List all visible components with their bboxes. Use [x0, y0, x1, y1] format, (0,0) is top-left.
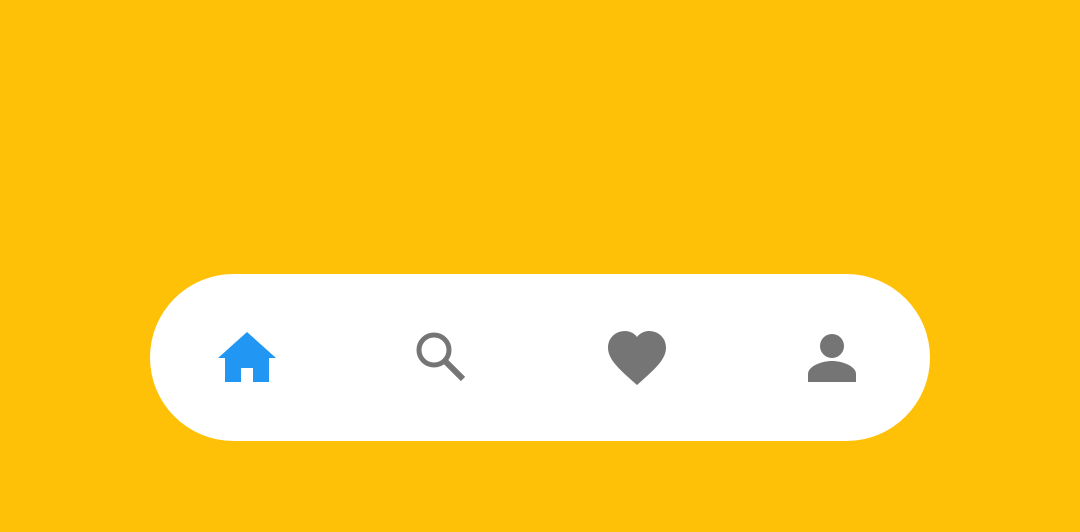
app-screen — [0, 0, 1080, 532]
nav-item-favorites[interactable] — [577, 274, 697, 441]
heart-icon — [606, 330, 668, 386]
nav-item-home[interactable] — [187, 274, 307, 441]
bottom-navigation-bar — [150, 274, 930, 441]
person-icon — [806, 333, 858, 383]
search-icon — [414, 330, 470, 386]
home-icon — [216, 330, 278, 386]
nav-item-profile[interactable] — [772, 274, 892, 441]
nav-item-search[interactable] — [382, 274, 502, 441]
